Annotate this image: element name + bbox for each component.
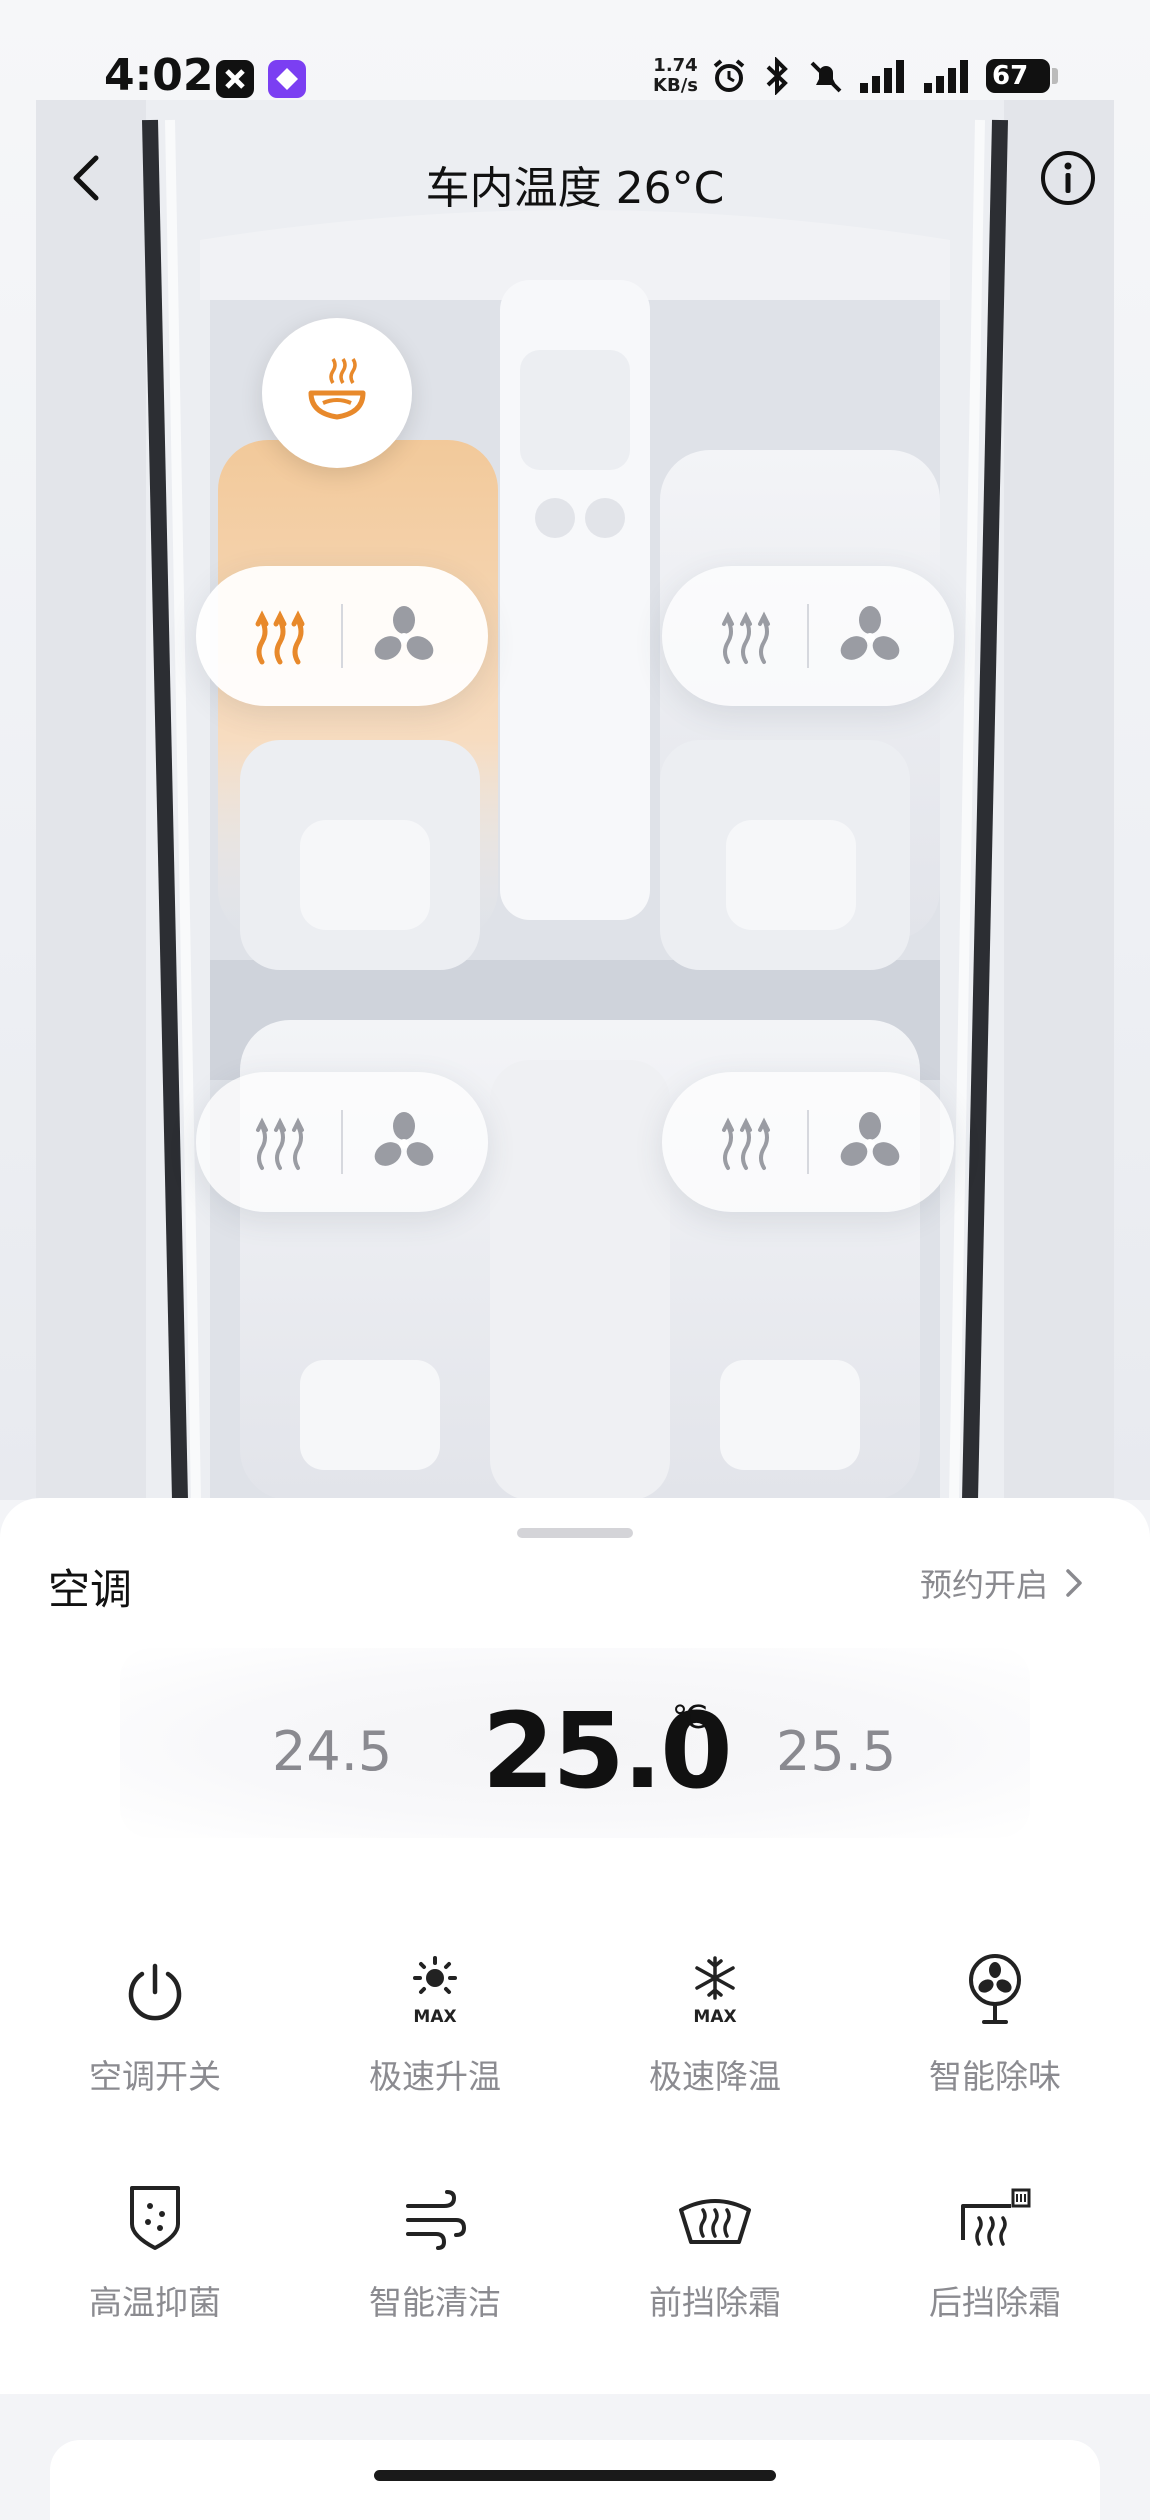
temp-lower-option[interactable]: 24.5 — [272, 1720, 392, 1783]
pill-divider — [341, 1110, 343, 1174]
rear-right-seat-fan-button[interactable] — [835, 1107, 905, 1177]
sterilize-label: 高温抑菌 — [89, 2283, 221, 2322]
home-indicator[interactable] — [374, 2470, 776, 2481]
alarm-icon — [713, 59, 745, 92]
app-x-icon — [216, 60, 254, 98]
rear-left-seat-controls — [196, 1072, 488, 1212]
ac-power-button[interactable]: 空调开关 — [40, 1938, 270, 2098]
smart-deodorize-label: 智能除味 — [929, 2057, 1061, 2096]
pill-divider — [341, 604, 343, 668]
status-bar: 4:02 1.74 KB/s 67 — [0, 0, 1150, 140]
seat-heat-icon — [722, 1117, 770, 1170]
wind-clean-icon — [406, 2190, 467, 2250]
app-diamond-icon — [268, 60, 306, 98]
snowflake-max-icon: MAX — [693, 1956, 737, 2027]
seat-heat-icon — [256, 1117, 304, 1170]
car-view: 4:02 1.74 KB/s 67 车内温度 26°C — [0, 0, 1150, 1500]
pill-divider — [807, 604, 809, 668]
fan-icon — [374, 1112, 434, 1166]
rear-right-seat-controls — [662, 1072, 954, 1212]
seat-heat-icon — [722, 611, 770, 664]
front-right-seat-fan-button[interactable] — [835, 601, 905, 671]
sun-max-icon: MAX — [413, 1956, 457, 2027]
fan-icon — [840, 606, 900, 660]
rear-left-seat-heat-button[interactable] — [245, 1107, 315, 1177]
svg-text:MAX: MAX — [413, 2007, 456, 2027]
ac-section-title: 空调 — [48, 1565, 133, 1614]
rapid-heat-label: 极速升温 — [369, 2057, 501, 2096]
signal-icon — [924, 60, 968, 93]
signal-icon — [860, 60, 904, 93]
bluetooth-icon — [766, 57, 788, 95]
schedule-button[interactable]: 预约开启 — [920, 1560, 1084, 1606]
temperature-picker[interactable]: 24.5 25.0 ℃ 25.5 — [120, 1648, 1030, 1838]
ac-panel: 空调 预约开启 24.5 25.0 ℃ 25.5 空调开关 MAX 极速升温 M… — [0, 1498, 1150, 2520]
svg-text:MAX: MAX — [693, 2007, 736, 2027]
page-title: 车内温度 26°C — [425, 163, 725, 214]
rear-defrost-button[interactable]: 后挡除霜 — [880, 2164, 1110, 2324]
sterilize-button[interactable]: 高温抑菌 — [40, 2164, 270, 2324]
smart-clean-label: 智能清洁 — [369, 2283, 501, 2322]
fan-deodorize-icon — [969, 1954, 1021, 2024]
smart-clean-button[interactable]: 智能清洁 — [320, 2164, 550, 2324]
pill-divider — [807, 1110, 809, 1174]
info-icon — [1041, 151, 1095, 205]
ac-power-label: 空调开关 — [89, 2057, 221, 2096]
shield-bacteria-icon — [130, 2186, 180, 2250]
front-right-seat-heat-button[interactable] — [711, 601, 781, 671]
seat-heat-icon — [255, 610, 305, 665]
schedule-label: 预约开启 — [919, 1566, 1048, 1604]
fan-icon — [374, 606, 434, 660]
front-left-seat-controls — [196, 566, 488, 706]
steering-wheel-heat-icon — [308, 358, 366, 420]
front-defrost-icon — [679, 2199, 751, 2244]
rear-left-seat-fan-button[interactable] — [369, 1107, 439, 1177]
battery-icon: 67 — [986, 59, 1058, 93]
rear-defrost-icon — [961, 2188, 1031, 2246]
rear-right-seat-heat-button[interactable] — [711, 1107, 781, 1177]
power-icon — [128, 1963, 182, 2021]
rear-defrost-label: 后挡除霜 — [929, 2283, 1061, 2322]
panel-drag-handle[interactable] — [517, 1528, 633, 1538]
front-left-seat-fan-button[interactable] — [369, 601, 439, 671]
rapid-cool-button[interactable]: MAX 极速降温 — [600, 1938, 830, 2098]
steering-heat-button[interactable] — [262, 318, 412, 468]
mute-icon — [810, 61, 842, 93]
smart-deodorize-button[interactable]: 智能除味 — [880, 1938, 1110, 2098]
front-left-seat-heat-button[interactable] — [245, 601, 315, 671]
front-right-seat-controls — [662, 566, 954, 706]
status-icons: 1.74 KB/s 67 — [653, 52, 1058, 100]
rapid-cool-label: 极速降温 — [649, 2057, 781, 2096]
net-speed: 1.74 KB/s — [653, 55, 698, 96]
temp-higher-option[interactable]: 25.5 — [776, 1720, 896, 1783]
info-button[interactable] — [1038, 148, 1098, 208]
header: 车内温度 26°C — [0, 140, 1150, 220]
car-interior-illustration — [36, 100, 1114, 1500]
fan-icon — [840, 1112, 900, 1166]
chevron-right-icon — [1066, 1569, 1082, 1597]
front-defrost-label: 前挡除霜 — [649, 2283, 781, 2322]
status-time: 4:02 — [104, 50, 214, 101]
temp-unit: ℃ — [672, 1698, 708, 1736]
rapid-heat-button[interactable]: MAX 极速升温 — [320, 1938, 550, 2098]
front-defrost-button[interactable]: 前挡除霜 — [600, 2164, 830, 2324]
